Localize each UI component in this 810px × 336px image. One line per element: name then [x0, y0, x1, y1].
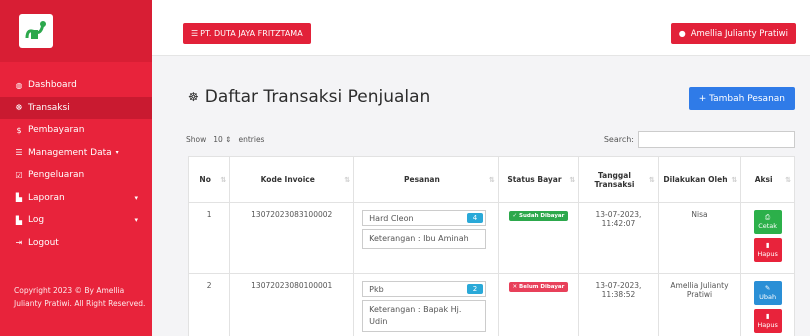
cell-invoice: 13072023083100002 — [229, 202, 355, 274]
cell-pesanan: Hard Cleon 4 Keterangan : Ibu Aminah — [353, 202, 499, 274]
dollar-icon: $ — [16, 125, 22, 135]
cell-status: ✓ Sudah Dibayar — [497, 202, 580, 274]
chart-icon: ☑ — [15, 170, 23, 180]
logo-area — [0, 0, 152, 62]
table-header-row: No ⇅ Kode Invoice ⇅ Pesanan ⇅ Status Bayar ⇅… — [187, 156, 795, 203]
sidebar-item-transaksi[interactable]: ☸ Transaksi — [0, 96, 152, 119]
handshake-icon: ☸ — [188, 90, 199, 104]
column-header-no[interactable]: No ⇅ — [187, 156, 231, 203]
show-label: Show — [186, 135, 207, 144]
order-item: Pkb 2 — [362, 281, 487, 297]
column-header-oleh[interactable]: Dilakukan Oleh ⇅ — [657, 156, 742, 203]
list-icon: ☰ — [15, 148, 23, 158]
status-badge: ✓ Sudah Dibayar — [508, 211, 569, 221]
sidebar-item-logout[interactable]: ⇥ Logout — [0, 232, 152, 255]
sidebar-item-label: Transaksi — [28, 102, 70, 113]
file-icon: ▙ — [15, 193, 23, 203]
topbar: ☰ PT. DUTA JAYA FRITZTAMA ● Amellia Juli… — [152, 0, 810, 56]
sidebar-item-pengeluaran[interactable]: ☑ Pengeluaran — [0, 164, 152, 187]
app-logo-icon[interactable] — [19, 14, 53, 48]
sidebar-item-label: Dashboard — [28, 80, 77, 91]
sidebar-menu: ◍ Dashboard ☸ Transaksi $ Pembayaran ☰ M… — [0, 62, 152, 254]
company-label: PT. DUTA JAYA FRITZTAMA — [200, 29, 303, 38]
page-length-control: Show 10 ⇕ entries — [186, 135, 264, 144]
column-header-pesanan[interactable]: Pesanan ⇅ — [353, 156, 499, 203]
cell-no: 1 — [187, 202, 231, 274]
status-badge: ✕ Belum Dibayar — [508, 282, 569, 292]
logout-icon: ⇥ — [15, 238, 23, 248]
chevron-down-icon: ▾ — [134, 193, 138, 202]
order-item-name: Hard Cleon — [369, 213, 414, 223]
order-qty-badge: 4 — [466, 213, 484, 223]
trash-icon: ▮ — [765, 312, 770, 320]
print-icon: ⎙ — [765, 213, 771, 221]
order-qty-badge: 2 — [466, 284, 484, 294]
column-header-aksi[interactable]: Aksi ⇅ — [740, 156, 795, 203]
table-row: 2 13072023080100001 Pkb 2 Keterangan : B… — [187, 273, 795, 336]
order-note: Keterangan : Ibu Aminah — [362, 229, 487, 249]
page-title: ☸ Daftar Transaksi Penjualan — [188, 87, 430, 107]
sidebar-item-label: Logout — [28, 237, 59, 248]
sidebar-item-pembayaran[interactable]: $ Pembayaran — [0, 119, 152, 142]
trash-icon: ▮ — [765, 241, 770, 249]
order-item-name: Pkb — [369, 284, 384, 294]
company-button[interactable]: ☰ PT. DUTA JAYA FRITZTAMA — [183, 23, 311, 44]
column-header-tanggal[interactable]: Tanggal Transaksi ⇅ — [578, 156, 659, 203]
transaksi-icon: ☸ — [15, 103, 23, 113]
user-name: Amellia Julianty Pratiwi — [690, 28, 788, 39]
add-order-button[interactable]: + Tambah Pesanan — [688, 87, 795, 110]
cell-tanggal: 13-07-2023, 11:42:07 — [578, 202, 659, 274]
sidebar-item-label: Pengeluaran — [28, 170, 85, 181]
building-icon: ☰ — [191, 29, 199, 38]
table-row: 1 13072023083100002 Hard Cleon 4 Keteran… — [187, 202, 795, 274]
chevron-down-icon: ▾ — [115, 149, 119, 157]
column-header-status[interactable]: Status Bayar ⇅ — [497, 156, 580, 203]
user-menu-button[interactable]: ● Amellia Julianty Pratiwi — [670, 23, 796, 44]
user-icon: ● — [678, 29, 686, 38]
cell-oleh: Nisa — [657, 202, 742, 274]
delete-button[interactable]: ▮ Hapus — [753, 309, 782, 333]
edit-icon: ✎ — [764, 284, 771, 292]
sidebar-item-label: Management Data — [28, 147, 112, 158]
transactions-table: No ⇅ Kode Invoice ⇅ Pesanan ⇅ Status Bayar ⇅… — [187, 156, 795, 336]
page-title-text: Daftar Transaksi Penjualan — [204, 87, 431, 107]
main-card: ☸ Daftar Transaksi Penjualan + Tambah Pe… — [178, 76, 810, 336]
cell-status: ✕ Belum Dibayar — [497, 273, 580, 336]
sidebar: ◍ Dashboard ☸ Transaksi $ Pembayaran ☰ M… — [0, 0, 152, 336]
dashboard-icon: ◍ — [15, 80, 23, 90]
sidebar-item-label: Log — [28, 215, 45, 226]
sidebar-item-log[interactable]: ▙ Log ▾ — [0, 209, 152, 232]
sidebar-item-management-data[interactable]: ☰ Management Data ▾ — [0, 142, 152, 165]
chevron-down-icon: ▾ — [134, 216, 138, 225]
cell-no: 2 — [187, 273, 231, 336]
sidebar-item-label: Pembayaran — [28, 125, 85, 136]
sidebar-item-label: Laporan — [28, 192, 65, 203]
cell-tanggal: 13-07-2023, 11:38:52 — [578, 273, 659, 336]
search-input[interactable] — [638, 131, 795, 148]
copyright-text: Copyright 2023 © By Amellia Julianty Pra… — [14, 286, 146, 308]
order-item: Hard Cleon 4 — [362, 210, 487, 226]
cell-oleh: Amellia Julianty Pratiwi — [657, 273, 742, 336]
folder-icon: ▙ — [15, 215, 23, 225]
cell-invoice: 13072023080100001 — [229, 273, 355, 336]
delete-button[interactable]: ▮ Hapus — [753, 238, 782, 262]
cell-pesanan: Pkb 2 Keterangan : Bapak Hj. Udin — [353, 273, 499, 336]
column-header-invoice[interactable]: Kode Invoice ⇅ — [229, 156, 355, 203]
cell-aksi: ⎙ Cetak ▮ Hapus — [740, 202, 795, 274]
search-label: Search: — [603, 135, 634, 144]
edit-button[interactable]: ✎ Ubah — [753, 281, 782, 305]
print-button[interactable]: ⎙ Cetak — [753, 210, 782, 234]
page-length-select[interactable]: 10 ⇕ — [210, 135, 234, 144]
cell-aksi: ✎ Ubah ▮ Hapus — [740, 273, 795, 336]
entries-label: entries — [238, 135, 265, 144]
search-control: Search: — [604, 131, 795, 148]
sidebar-item-dashboard[interactable]: ◍ Dashboard — [0, 74, 152, 97]
order-note: Keterangan : Bapak Hj. Udin — [362, 300, 487, 332]
sidebar-item-laporan[interactable]: ▙ Laporan ▾ — [0, 187, 152, 210]
